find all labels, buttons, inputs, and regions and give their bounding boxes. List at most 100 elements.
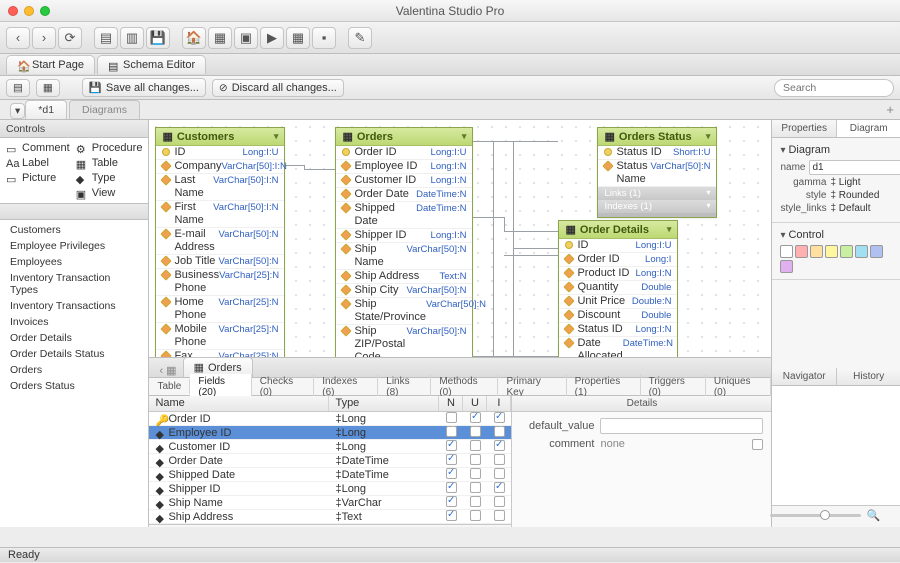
color-swatch[interactable] (810, 245, 823, 258)
field-row[interactable]: Employee IDLong:I:N (336, 160, 472, 174)
tree-item[interactable]: Employee Privileges (0, 238, 148, 254)
nullable-checkbox[interactable] (446, 454, 457, 465)
field-row[interactable]: QuantityDouble (559, 281, 677, 295)
terminal-icon[interactable]: ▪ (312, 27, 336, 49)
diagram-canvas[interactable]: ▦CustomersIDLong:I:UCompanyVarChar[50]:I… (149, 120, 771, 357)
tree-item[interactable]: Inventory Transaction Types (0, 270, 148, 298)
nullable-checkbox[interactable] (446, 510, 457, 521)
play-icon[interactable]: ▶ (260, 27, 284, 49)
tree-item[interactable]: Employees (0, 254, 148, 270)
field-row[interactable]: IDLong:I:U (156, 146, 284, 160)
comment-expand[interactable] (752, 439, 763, 450)
tree-item[interactable]: Orders (0, 362, 148, 378)
nullable-checkbox[interactable] (446, 426, 457, 437)
field-row[interactable]: Ship CityVarChar[50]:N (336, 284, 472, 298)
brush-icon[interactable]: ✎ (348, 27, 372, 49)
tree-item[interactable]: Order Details (0, 330, 148, 346)
indexed-checkbox[interactable] (494, 468, 505, 479)
control-item[interactable]: AaLabel (6, 157, 70, 170)
col-i[interactable]: I (487, 396, 511, 411)
rc-control-header[interactable]: ▾ Control (780, 229, 893, 241)
grid-row[interactable]: 🔑Order ID‡Long (149, 412, 511, 426)
subtab-schema-editor[interactable]: ▤Schema Editor (97, 55, 206, 74)
entity-header[interactable]: ▦Orders Status (598, 128, 716, 146)
tree-item[interactable]: Customers (0, 222, 148, 238)
diagram-name-input[interactable] (809, 160, 900, 175)
links-section[interactable]: Links (1) (598, 187, 716, 200)
doc-add-right[interactable]: + (880, 100, 900, 119)
nullable-checkbox[interactable] (446, 482, 457, 493)
home-icon[interactable]: 🏠 (182, 27, 206, 49)
control-item[interactable]: ▭Picture (6, 172, 70, 185)
nullable-checkbox[interactable] (446, 496, 457, 507)
field-row[interactable]: Product IDLong:I:N (559, 267, 677, 281)
unique-checkbox[interactable] (470, 482, 481, 493)
new-doc-icon[interactable]: ▤ (94, 27, 118, 49)
color-swatch[interactable] (840, 245, 853, 258)
color-swatch[interactable] (795, 245, 808, 258)
field-row[interactable]: Business PhoneVarChar[25]:N (156, 269, 284, 296)
rc-tab-properties[interactable]: Properties (772, 120, 837, 137)
field-row[interactable]: Date AllocatedDateTime:N (559, 337, 677, 357)
field-row[interactable]: Shipped DateDateTime:N (336, 202, 472, 229)
rc-tab-navigator[interactable]: Navigator (772, 368, 837, 385)
field-row[interactable]: Order IDLong:I (559, 253, 677, 267)
nullable-checkbox[interactable] (446, 468, 457, 479)
field-row[interactable]: First NameVarChar[50]:I:N (156, 201, 284, 228)
color-swatch[interactable] (870, 245, 883, 258)
navigator-preview[interactable] (772, 386, 900, 506)
view-tree-button[interactable]: ▦ (36, 79, 60, 97)
grid-icon[interactable]: ▦ (286, 27, 310, 49)
col-type[interactable]: Type (329, 396, 439, 411)
entity-orders[interactable]: ▦OrdersOrder IDLong:I:UEmployee IDLong:I… (335, 127, 473, 357)
color-swatch[interactable] (780, 245, 793, 258)
entity-header[interactable]: ▦Orders (336, 128, 472, 146)
control-item[interactable] (6, 186, 70, 199)
unique-checkbox[interactable] (470, 412, 481, 423)
grid-row[interactable]: ◆Order Date‡DateTime (149, 454, 511, 468)
field-row[interactable]: IDLong:I:U (559, 239, 677, 253)
field-row[interactable]: Job TitleVarChar[50]:N (156, 255, 284, 269)
tree-item[interactable]: Order Details Status (0, 346, 148, 362)
entity-header[interactable]: ▦Order Details (559, 221, 677, 239)
control-item[interactable]: ▣View (76, 186, 143, 199)
zoom-fit-icon[interactable]: 🔍 (867, 509, 881, 522)
col-name[interactable]: Name (149, 396, 329, 411)
nullable-checkbox[interactable] (446, 412, 457, 423)
grid-row[interactable]: ◆Customer ID‡Long (149, 440, 511, 454)
db-yellow-icon[interactable]: ▣ (234, 27, 258, 49)
field-row[interactable]: Fax NumberVarChar[25]:N (156, 350, 284, 357)
grid-row[interactable]: ◆Ship Name‡VarChar (149, 496, 511, 510)
save-all-button[interactable]: 💾 Save all changes... (82, 78, 206, 97)
control-item[interactable]: ▭Comment (6, 142, 70, 155)
doc-add-button[interactable]: ▾ (10, 103, 25, 119)
back-button[interactable]: ‹ (6, 27, 30, 49)
grid-row[interactable]: ◆Employee ID‡Long (149, 426, 511, 440)
default-value-input[interactable] (600, 418, 763, 434)
zoom-slider[interactable]: 🔍 (770, 509, 880, 522)
rc-tab-history[interactable]: History (837, 368, 900, 385)
indexed-checkbox[interactable] (494, 426, 505, 437)
save-icon[interactable]: 💾 (146, 27, 170, 49)
view-list-button[interactable]: ▤ (6, 79, 30, 97)
books-icon[interactable]: ▦ (208, 27, 232, 49)
control-item[interactable]: ▦Table (76, 157, 143, 170)
field-row[interactable]: E-mail AddressVarChar[50]:N (156, 228, 284, 255)
refresh-button[interactable]: ⟳ (58, 27, 82, 49)
doctab-diagrams[interactable]: Diagrams (69, 100, 140, 119)
nullable-checkbox[interactable] (446, 440, 457, 451)
tree-item[interactable]: Inventory Transactions (0, 298, 148, 314)
unique-checkbox[interactable] (470, 426, 481, 437)
subtab-start-page[interactable]: 🏠Start Page (6, 55, 95, 74)
field-row[interactable]: Status IDShort:I:U (598, 146, 716, 160)
field-row[interactable]: Unit PriceDouble:N (559, 295, 677, 309)
entity-header[interactable]: ▦Customers (156, 128, 284, 146)
bottom-subtab[interactable]: Table (149, 379, 190, 394)
field-row[interactable]: Status NameVarChar[50]:N (598, 160, 716, 187)
search-input[interactable] (774, 79, 894, 97)
unique-checkbox[interactable] (470, 468, 481, 479)
grid-row[interactable]: ◆Shipped Date‡DateTime (149, 468, 511, 482)
rc-tab-diagram[interactable]: Diagram (837, 120, 900, 137)
indexed-checkbox[interactable] (494, 510, 505, 521)
field-row[interactable]: Mobile PhoneVarChar[25]:N (156, 323, 284, 350)
